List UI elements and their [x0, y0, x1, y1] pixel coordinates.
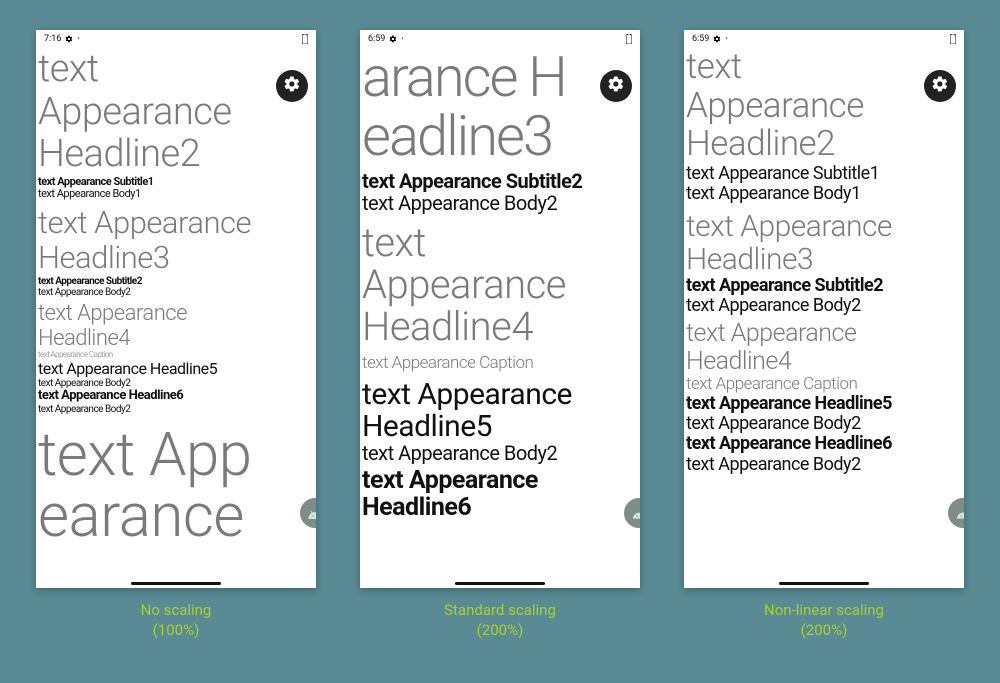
headline4-text: Appearance — [362, 264, 640, 306]
settings-fab[interactable] — [600, 70, 632, 102]
headline3-text: eadline3 — [362, 107, 640, 166]
subtitle2-text: text Appearance Subtitle2 — [686, 276, 964, 296]
settings-fab[interactable] — [276, 70, 308, 102]
gear-icon — [389, 35, 397, 43]
gear-icon — [713, 35, 721, 43]
headline4-text: Headline4 — [686, 348, 964, 376]
column-no-scaling: 7:16 • text Appearance Headline2 text Ap… — [26, 30, 326, 641]
headline3-text: Headline3 — [38, 241, 316, 276]
headline6-text: text Appearance — [362, 467, 640, 495]
android-icon — [631, 504, 640, 523]
headline5-text: text Appearance — [362, 379, 640, 411]
headline2-text: Headline2 — [38, 133, 316, 176]
headline2-text: Appearance — [686, 87, 964, 126]
headline5-text: text Appearance Headline5 — [38, 360, 316, 378]
caption-text: text Appearance Caption — [362, 354, 640, 373]
content-area[interactable]: text Appearance Headline2 text Appearanc… — [684, 48, 964, 588]
phone-screen-200-standard: 6:59 • arance H eadline3 text Appearance… — [360, 30, 640, 588]
body1-text: text Appearance Body1 — [686, 184, 964, 204]
status-time: 6:59 — [692, 34, 709, 44]
status-dots: • — [77, 35, 80, 43]
headline1-text: earance — [38, 482, 316, 549]
headline3-text: text Appearance — [686, 210, 964, 243]
body2-text: text Appearance Body2 — [38, 287, 316, 298]
caption-label: Non-linear scaling(200%) — [764, 600, 884, 641]
headline2-text: Headline2 — [686, 125, 964, 164]
nav-handle[interactable] — [131, 582, 221, 585]
caption-label: Standard scaling(200%) — [444, 600, 556, 641]
phone-screen-100: 7:16 • text Appearance Headline2 text Ap… — [36, 30, 316, 588]
column-standard-scaling: 6:59 • arance H eadline3 text Appearance… — [350, 30, 650, 641]
status-bar: 7:16 • — [36, 30, 316, 48]
nav-handle[interactable] — [455, 582, 545, 585]
battery-icon — [302, 34, 308, 44]
body2-text: text Appearance Body2 — [38, 404, 316, 415]
headline6-text: text Appearance Headline6 — [38, 389, 316, 404]
column-nonlinear-scaling: 6:59 • text Appearance Headline2 text Ap… — [674, 30, 974, 641]
headline4-text: Headline4 — [38, 327, 316, 352]
headline6-text: Headline6 — [362, 494, 640, 522]
headline4-text: text Appearance — [38, 302, 316, 327]
gear-icon — [65, 35, 73, 43]
body1-text: text Appearance Body1 — [38, 188, 316, 200]
status-time: 6:59 — [368, 34, 385, 44]
android-icon — [307, 504, 316, 523]
headline1-text: text App — [38, 421, 316, 488]
android-icon — [955, 504, 964, 523]
subtitle1-text: text Appearance Subtitle1 — [686, 164, 964, 184]
headline4-text: text Appearance — [686, 320, 964, 348]
settings-fab[interactable] — [924, 70, 956, 102]
content-area[interactable]: arance H eadline3 text Appearance Subtit… — [360, 48, 640, 588]
headline2-text: text — [38, 48, 316, 91]
battery-icon — [626, 34, 632, 44]
headline5-text: Headline5 — [362, 411, 640, 443]
nav-handle[interactable] — [779, 582, 869, 585]
headline2-text: Appearance — [38, 91, 316, 134]
body2-text: text Appearance Body2 — [362, 442, 640, 464]
subtitle2-text: text Appearance Subtitle2 — [38, 276, 316, 287]
body2-text: text Appearance Body2 — [686, 414, 964, 434]
status-dots: • — [401, 35, 404, 43]
headline3-text: text Appearance — [38, 206, 316, 241]
status-dots: • — [725, 35, 728, 43]
body2-text: text Appearance Body2 — [686, 296, 964, 316]
status-time: 7:16 — [44, 34, 61, 44]
headline3-text: arance H — [362, 48, 640, 107]
caption-text: text Appearance Caption — [686, 375, 964, 394]
headline5-text: text Appearance Headline5 — [686, 394, 964, 414]
gear-icon — [931, 75, 949, 97]
gear-icon — [607, 75, 625, 97]
headline4-text: Headline4 — [362, 306, 640, 348]
caption-label: No scaling(100%) — [141, 600, 212, 641]
battery-icon — [950, 34, 956, 44]
gear-icon — [283, 75, 301, 97]
status-bar: 6:59 • — [684, 30, 964, 48]
subtitle2-text: text Appearance Subtitle2 — [362, 170, 640, 192]
headline2-text: text — [686, 48, 964, 87]
headline3-text: Headline3 — [686, 243, 964, 276]
headline6-text: text Appearance Headline6 — [686, 434, 964, 454]
body2-text: text Appearance Body2 — [362, 192, 640, 214]
status-bar: 6:59 • — [360, 30, 640, 48]
body2-text: text Appearance Body2 — [686, 455, 964, 475]
phone-screen-200-nonlinear: 6:59 • text Appearance Headline2 text Ap… — [684, 30, 964, 588]
content-area[interactable]: text Appearance Headline2 text Appearanc… — [36, 48, 316, 588]
headline4-text: text — [362, 222, 640, 264]
